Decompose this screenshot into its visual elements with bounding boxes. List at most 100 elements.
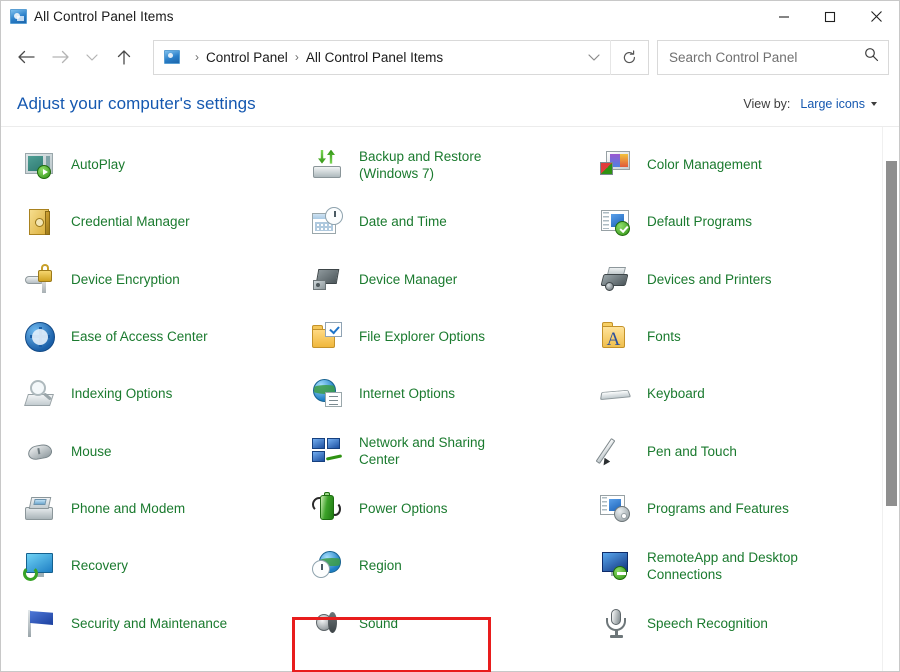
item-remoteapp-and-desktop-connections[interactable]: RemoteApp and Desktop Connections (581, 537, 882, 594)
color-management-icon (599, 148, 633, 182)
vertical-scrollbar[interactable] (882, 127, 899, 671)
item-network-and-sharing-center[interactable]: Network and Sharing Center (291, 422, 581, 479)
breadcrumb-item-control-panel[interactable]: Control Panel (206, 50, 288, 65)
item-label: Color Management (647, 156, 762, 173)
search-input[interactable]: Search Control Panel (669, 50, 864, 65)
item-indexing-options[interactable]: Indexing Options (1, 365, 291, 422)
item-recovery[interactable]: Recovery (1, 537, 291, 594)
item-credential-manager[interactable]: Credential Manager (1, 193, 291, 250)
page-title: Adjust your computer's settings (17, 94, 256, 114)
item-label: Device Encryption (71, 271, 180, 288)
item-device-manager[interactable]: Device Manager (291, 251, 581, 308)
item-speech-recognition[interactable]: Speech Recognition (581, 594, 882, 651)
programs-and-features-icon (599, 491, 633, 525)
content-area: AutoPlay Backup and Restore (Windows 7) … (1, 126, 899, 671)
item-power-options[interactable]: Power Options (291, 480, 581, 537)
remoteapp-and-desktop-connections-icon (599, 549, 633, 583)
phone-and-modem-icon (23, 491, 57, 525)
item-pen-and-touch[interactable]: Pen and Touch (581, 422, 882, 479)
item-label: Sound (359, 615, 398, 632)
search-box[interactable]: Search Control Panel (657, 40, 889, 75)
item-label: Pen and Touch (647, 443, 737, 460)
control-panel-window: All Control Panel Items (0, 0, 900, 672)
credential-manager-icon (23, 205, 57, 239)
item-label: Mouse (71, 443, 112, 460)
item-file-explorer-options[interactable]: File Explorer Options (291, 308, 581, 365)
item-phone-and-modem[interactable]: Phone and Modem (1, 480, 291, 537)
device-encryption-icon (23, 262, 57, 296)
item-default-programs[interactable]: Default Programs (581, 193, 882, 250)
item-autoplay[interactable]: AutoPlay (1, 136, 291, 193)
region-icon (311, 549, 345, 583)
date-and-time-icon (311, 205, 345, 239)
forward-button[interactable] (43, 40, 77, 74)
maximize-button[interactable] (807, 1, 853, 32)
item-sound[interactable]: Sound (291, 594, 581, 651)
indexing-options-icon (23, 377, 57, 411)
mouse-icon (23, 434, 57, 468)
recovery-icon (23, 549, 57, 583)
control-panel-icon (10, 9, 27, 24)
item-label: Default Programs (647, 213, 752, 230)
scrollbar-thumb[interactable] (886, 161, 897, 506)
item-label: File Explorer Options (359, 328, 485, 345)
item-devices-and-printers[interactable]: Devices and Printers (581, 251, 882, 308)
item-label: Phone and Modem (71, 500, 185, 517)
item-label: Security and Maintenance (71, 615, 227, 632)
minimize-button[interactable] (761, 1, 807, 32)
item-internet-options[interactable]: Internet Options (291, 365, 581, 422)
item-device-encryption[interactable]: Device Encryption (1, 251, 291, 308)
item-label: Network and Sharing Center (359, 434, 485, 468)
power-options-icon (311, 491, 345, 525)
device-manager-icon (311, 262, 345, 296)
recent-locations-button[interactable] (77, 40, 107, 74)
default-programs-icon (599, 205, 633, 239)
network-and-sharing-center-icon (311, 434, 345, 468)
ease-of-access-center-icon (23, 320, 57, 354)
address-dropdown-button[interactable] (578, 41, 610, 74)
breadcrumb-separator-0: › (195, 50, 199, 64)
devices-and-printers-icon (599, 262, 633, 296)
item-region[interactable]: Region (291, 537, 581, 594)
item-label: Recovery (71, 557, 128, 574)
security-and-maintenance-icon (23, 606, 57, 640)
close-button[interactable] (853, 1, 899, 32)
view-by-value[interactable]: Large icons (800, 97, 865, 111)
pen-and-touch-icon (599, 434, 633, 468)
item-label: Power Options (359, 500, 448, 517)
item-label: Date and Time (359, 213, 447, 230)
page-header: Adjust your computer's settings View by:… (1, 82, 899, 126)
item-label: Ease of Access Center (71, 328, 208, 345)
item-backup-and-restore[interactable]: Backup and Restore (Windows 7) (291, 136, 581, 193)
back-button[interactable] (9, 40, 43, 74)
item-fonts[interactable]: A Fonts (581, 308, 882, 365)
view-by-control[interactable]: View by: Large icons (743, 97, 877, 111)
search-icon (864, 47, 879, 67)
item-security-and-maintenance[interactable]: Security and Maintenance (1, 594, 291, 651)
item-label: Indexing Options (71, 385, 172, 402)
breadcrumb-control-panel-icon (164, 50, 180, 64)
chevron-down-icon[interactable] (871, 102, 877, 106)
item-programs-and-features[interactable]: Programs and Features (581, 480, 882, 537)
item-ease-of-access-center[interactable]: Ease of Access Center (1, 308, 291, 365)
item-date-and-time[interactable]: Date and Time (291, 193, 581, 250)
control-panel-items-grid: AutoPlay Backup and Restore (Windows 7) … (1, 127, 882, 671)
item-keyboard[interactable]: Keyboard (581, 365, 882, 422)
internet-options-icon (311, 377, 345, 411)
navigation-bar: › Control Panel › All Control Panel Item… (1, 32, 899, 82)
item-label: AutoPlay (71, 156, 125, 173)
sound-icon (311, 606, 345, 640)
window-title: All Control Panel Items (34, 9, 174, 24)
item-label: Backup and Restore (Windows 7) (359, 148, 481, 182)
backup-and-restore-icon (311, 148, 345, 182)
address-bar[interactable]: › Control Panel › All Control Panel Item… (153, 40, 649, 75)
breadcrumb-item-all-control-panel-items[interactable]: All Control Panel Items (306, 50, 443, 65)
up-button[interactable] (107, 40, 141, 74)
item-label: Fonts (647, 328, 681, 345)
refresh-button[interactable] (610, 40, 648, 75)
item-mouse[interactable]: Mouse (1, 422, 291, 479)
title-bar: All Control Panel Items (1, 1, 899, 32)
window-controls (761, 1, 899, 32)
item-label: Speech Recognition (647, 615, 768, 632)
item-color-management[interactable]: Color Management (581, 136, 882, 193)
